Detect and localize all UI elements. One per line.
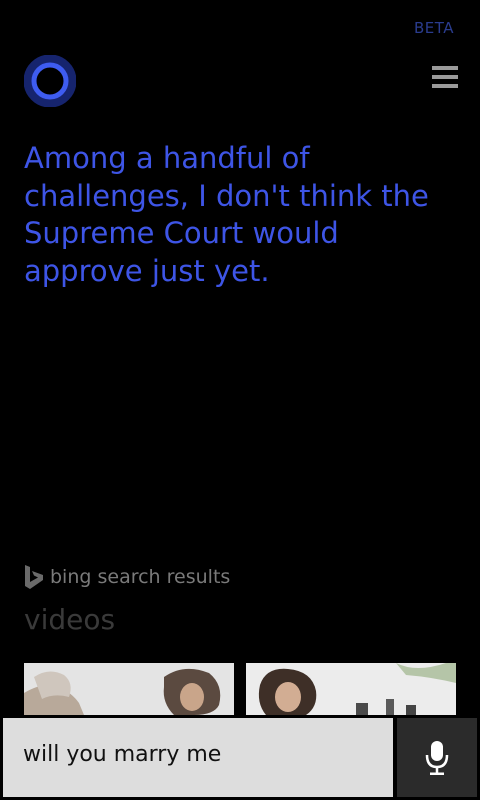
query-bar: will you marry me — [0, 715, 480, 800]
bing-search-results-link[interactable]: bing search results — [24, 563, 230, 591]
cortana-response-text: Among a handful of challenges, I don't t… — [24, 141, 429, 288]
bing-logo-icon — [25, 565, 43, 589]
microphone-icon — [425, 740, 449, 775]
cortana-screen: BETA Among a handful of challenges, I do… — [0, 0, 480, 800]
video-thumbnail[interactable] — [24, 663, 234, 715]
bing-source-label: bing search results — [50, 566, 231, 588]
microphone-button[interactable] — [397, 718, 477, 797]
video-thumbnail[interactable] — [246, 663, 456, 715]
hamburger-menu-icon[interactable] — [432, 66, 458, 92]
cortana-ring-icon[interactable] — [23, 54, 77, 108]
query-input[interactable]: will you marry me — [3, 718, 393, 797]
videos-section-title: videos — [24, 603, 116, 636]
beta-badge: BETA — [413, 19, 454, 37]
